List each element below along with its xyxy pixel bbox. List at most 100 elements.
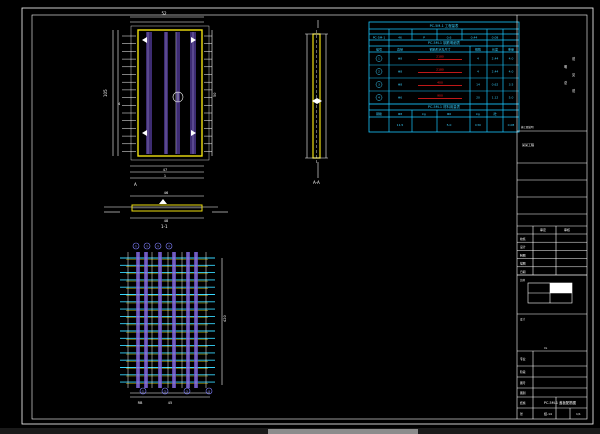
table3-value: C30 bbox=[475, 123, 481, 127]
table2-mark: 3 bbox=[378, 83, 380, 87]
dim-bottom-2: 1 bbox=[164, 174, 166, 178]
tb-review: 审核 bbox=[564, 227, 570, 232]
dim-right: 50 bbox=[213, 93, 217, 97]
table2-mark: 1 bbox=[378, 57, 380, 61]
notes-line: 说 bbox=[572, 88, 576, 93]
table3-head-cell: 砼 bbox=[493, 111, 496, 116]
cad-drawing-canvas[interactable]: 52 105 4 50 47 1 A A-A 46 48 1-1 420 45 … bbox=[0, 0, 600, 434]
table2-length: 0.62 bbox=[492, 83, 499, 87]
table1-cell: 46 bbox=[398, 36, 402, 40]
bar-mark-bottom-label: ① bbox=[142, 389, 145, 393]
table2-dia: Φ6 bbox=[398, 96, 402, 100]
bar-mark-bottom-label: ② bbox=[164, 389, 167, 393]
notes-line: 见 bbox=[572, 73, 576, 77]
table2-head-cell: 编号 bbox=[376, 47, 382, 52]
tb-item-label: 校核 bbox=[520, 237, 526, 241]
tb-approve: 审定 bbox=[540, 227, 546, 232]
bar-mark-bottom-label: ④ bbox=[208, 389, 211, 393]
tb-tag3: 阶段 bbox=[520, 370, 526, 374]
tb-item-label: 描图 bbox=[520, 262, 526, 266]
top-view-plan: 52 105 4 50 47 1 A bbox=[103, 11, 217, 187]
table2-mark: 2 bbox=[378, 70, 380, 74]
quantity-tables: PC-5M-1 工程量表 PC-5M-1 46 P 0.6 0.44 0.08 PC-5M… bbox=[368, 21, 520, 133]
table2-header: PC-5M-1 钢筋明细表 bbox=[428, 40, 461, 45]
table2-count: 20 bbox=[476, 96, 480, 100]
bar-mark-top-label: ④ bbox=[168, 244, 171, 248]
side-view: A-A bbox=[305, 20, 328, 185]
table2-shape: 2180 bbox=[436, 55, 444, 59]
notes-line: 总 bbox=[564, 80, 568, 85]
table2-head-cell: 钢筋形状及尺寸 bbox=[429, 47, 450, 52]
table2-weight: 4.0 bbox=[509, 70, 514, 74]
bar-mark-bottom-label: ③ bbox=[186, 389, 189, 393]
table2-head-cell: 直径 bbox=[397, 47, 403, 52]
table2-mark: 4 bbox=[378, 96, 380, 100]
table1-cell: P bbox=[423, 36, 425, 40]
dim-left-2: 4 bbox=[118, 102, 121, 106]
table2-head-cell: 根数 bbox=[475, 47, 481, 52]
tb-drawing-no: 结-14 bbox=[544, 411, 552, 416]
tb-scale-label: 比例 bbox=[520, 278, 526, 282]
table3-head-cell: 钢筋 bbox=[376, 111, 382, 116]
horizontal-scrollbar[interactable] bbox=[268, 429, 418, 434]
table2-shape: 900 bbox=[437, 94, 443, 98]
table1-header: PC-5M-1 工程量表 bbox=[430, 23, 459, 28]
table1-cell: 0.6 bbox=[447, 36, 452, 40]
tb-sheet: 张 bbox=[520, 412, 523, 416]
table3-head-cell: kg bbox=[422, 112, 426, 116]
table2-shape: 400 bbox=[437, 81, 443, 85]
table2-length: 1.12 bbox=[492, 96, 499, 100]
section-dim-bottom: 48 bbox=[164, 219, 168, 223]
side-view-label: A-A bbox=[313, 180, 320, 185]
table1-cell: 0.08 bbox=[492, 36, 499, 40]
table2-dia: Φ8 bbox=[398, 70, 402, 74]
table3-value: 0.08 bbox=[508, 123, 515, 127]
title-block: 说明见总说 施工图说明 某某工程 审定 审核 校核设计制图描图日期 比例 设计 … bbox=[516, 15, 587, 419]
dim-left: 105 bbox=[103, 89, 108, 97]
tb-item-label: 日期 bbox=[520, 270, 526, 274]
rebar-layout: 420 45 RB ① ② ③ ④ ① ② ③ ④ bbox=[120, 242, 227, 405]
table2-length: 2.44 bbox=[492, 57, 499, 61]
table2-shape: 2180 bbox=[436, 68, 444, 72]
dim-bottom: 47 bbox=[163, 168, 167, 172]
table3-value: 11.5 bbox=[397, 123, 404, 127]
bar-mark-top-label: ③ bbox=[157, 244, 160, 248]
table2-dia: Φ8 bbox=[398, 83, 402, 87]
table2-count: 14 bbox=[476, 83, 480, 87]
table3-header: PC-5M-1 材料用量表 bbox=[428, 104, 461, 109]
table2-weight: 4.0 bbox=[509, 57, 514, 61]
table2-head-cell: 长度 bbox=[492, 47, 498, 52]
section-mark-a: A bbox=[134, 182, 137, 187]
table2-dia: Φ8 bbox=[398, 57, 402, 61]
tb-drawing-code: 图别 bbox=[520, 391, 526, 395]
tb-item-label: 设计 bbox=[520, 245, 526, 249]
rebar-dim-bottom: 45 bbox=[168, 401, 172, 405]
project-name: 某某工程 bbox=[522, 142, 534, 147]
table1-cell: 0.44 bbox=[471, 36, 478, 40]
table3-head-cell: Φ6 bbox=[447, 112, 451, 116]
tb-tag: 设计 bbox=[520, 317, 526, 321]
notes-line: 明 bbox=[564, 65, 567, 69]
section-dim-top: 46 bbox=[164, 191, 168, 195]
table1-cell: PC-5M-1 bbox=[373, 36, 386, 40]
table2-count: 4 bbox=[477, 57, 479, 61]
bar-mark-top-label: ① bbox=[135, 244, 138, 248]
tb-tag2: 专业 bbox=[520, 357, 526, 361]
table2-head-cell: 重量 bbox=[508, 47, 514, 52]
table2-count: 4 bbox=[477, 70, 479, 74]
table2-weight: 5.0 bbox=[509, 96, 514, 100]
tb-drawing-name: PC-5M-1 盖板配筋图 bbox=[544, 400, 577, 405]
drawing-frame bbox=[21, 7, 594, 425]
rebar-dim-label: RB bbox=[138, 401, 143, 405]
tb-sheet-no: 1/1 bbox=[576, 412, 581, 416]
rebar-dim-right: 420 bbox=[223, 315, 227, 322]
tb-item-label: 制图 bbox=[520, 253, 526, 257]
section-label: 1-1 bbox=[161, 224, 168, 229]
bar-mark-top-label: ② bbox=[146, 244, 149, 248]
notes-bottom: 施工图说明 bbox=[521, 125, 534, 129]
section-1-1: 46 48 1-1 bbox=[104, 191, 228, 229]
table3-head-cell: Φ8 bbox=[398, 112, 402, 116]
tb-tag4: 图号 bbox=[520, 381, 526, 385]
table3-value: 5.0 bbox=[447, 123, 452, 127]
table3-head-cell: kg bbox=[476, 112, 480, 116]
